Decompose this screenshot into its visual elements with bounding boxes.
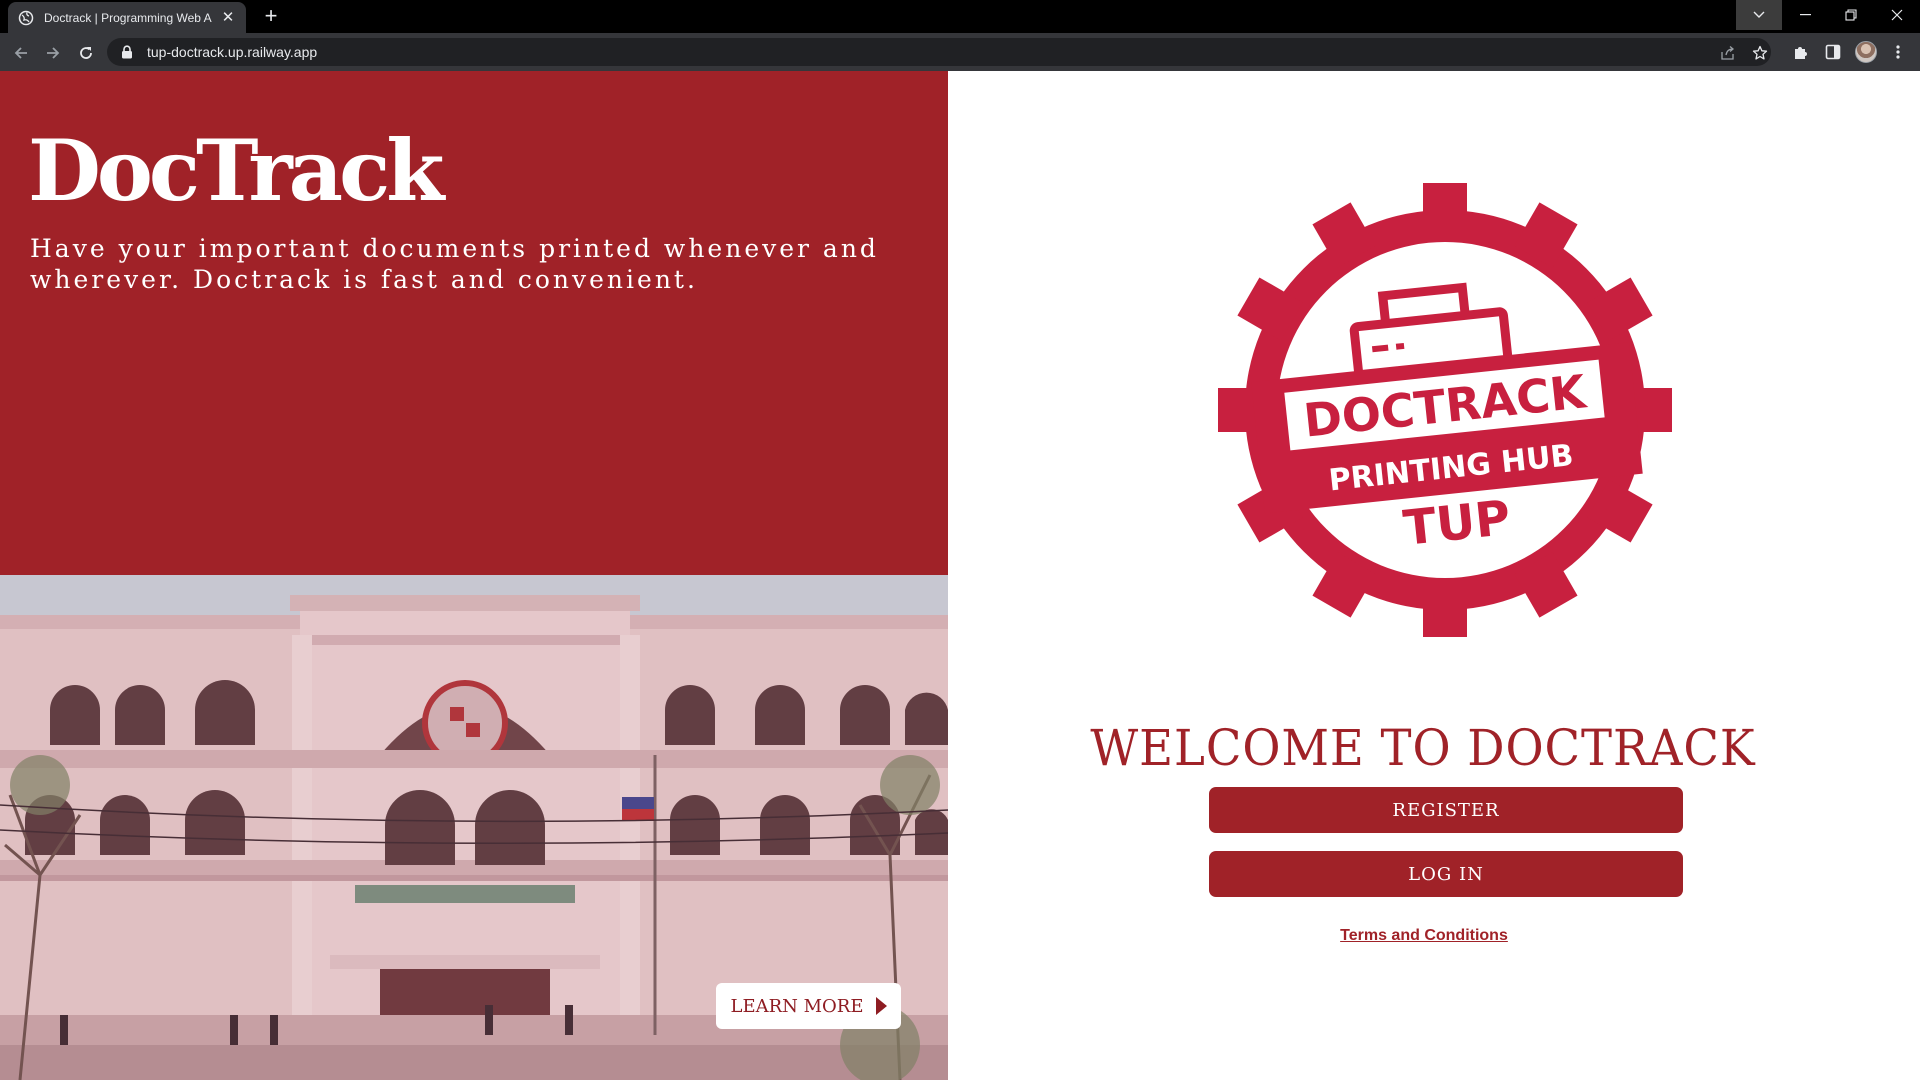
brand-title: DocTrack <box>28 121 444 220</box>
forward-button[interactable] <box>40 40 66 66</box>
globe-icon <box>18 10 34 26</box>
arrow-left-icon <box>14 47 27 59</box>
terms-link[interactable]: Terms and Conditions <box>948 927 1900 945</box>
kebab-menu-icon[interactable] <box>1888 42 1908 62</box>
register-button[interactable]: REGISTER <box>1209 787 1683 833</box>
chevron-down-icon <box>1753 11 1765 18</box>
browser-toolbar: tup-doctrack.up.railway.app <box>0 33 1920 71</box>
auth-panel: DOCTRACK PRINTING HUB TUP WELCOME TO DOC… <box>948 71 1920 1080</box>
back-button[interactable] <box>8 40 34 66</box>
tab-title: Doctrack | Programming Web Ap <box>44 10 213 25</box>
side-panel-icon[interactable] <box>1823 42 1843 62</box>
welcome-heading: WELCOME TO DOCTRACK <box>1090 719 1756 777</box>
tab-search-button[interactable] <box>1736 0 1782 30</box>
new-tab-button[interactable]: + <box>259 5 283 29</box>
extensions-puzzle-icon[interactable] <box>1791 42 1811 62</box>
learn-more-button[interactable]: LEARN MORE <box>716 983 901 1029</box>
page-content: DocTrack Have your important documents p… <box>0 71 1920 1080</box>
browser-tab[interactable]: Doctrack | Programming Web Ap ✕ <box>8 2 246 33</box>
login-button[interactable]: LOG IN <box>1209 851 1683 897</box>
play-arrow-icon <box>875 997 887 1015</box>
reload-icon <box>80 47 92 59</box>
bookmark-star-icon[interactable] <box>1751 44 1769 62</box>
logo-text-tup: TUP <box>1401 490 1513 557</box>
minimize-button[interactable] <box>1782 0 1828 30</box>
doctrack-printing-hub-logo: DOCTRACK PRINTING HUB TUP <box>1218 183 1672 637</box>
minimize-icon <box>1799 14 1811 16</box>
restore-icon <box>1845 9 1857 21</box>
close-icon <box>1891 9 1903 21</box>
reload-button[interactable] <box>73 40 99 66</box>
profile-avatar[interactable] <box>1855 41 1877 63</box>
hero-panel: DocTrack Have your important documents p… <box>0 71 948 1080</box>
address-bar[interactable]: tup-doctrack.up.railway.app <box>107 38 1771 66</box>
url-text: tup-doctrack.up.railway.app <box>147 44 318 60</box>
close-tab-icon[interactable]: ✕ <box>220 9 236 26</box>
learn-more-label: LEARN MORE <box>730 995 864 1017</box>
browser-tab-strip: Doctrack | Programming Web Ap ✕ + <box>0 0 1920 33</box>
hero-tagline: Have your important documents printed wh… <box>30 234 879 294</box>
arrow-right-icon <box>47 47 60 59</box>
share-icon[interactable] <box>1719 44 1737 62</box>
lock-icon <box>121 45 135 59</box>
close-window-button[interactable] <box>1874 0 1920 30</box>
restore-button[interactable] <box>1828 0 1874 30</box>
